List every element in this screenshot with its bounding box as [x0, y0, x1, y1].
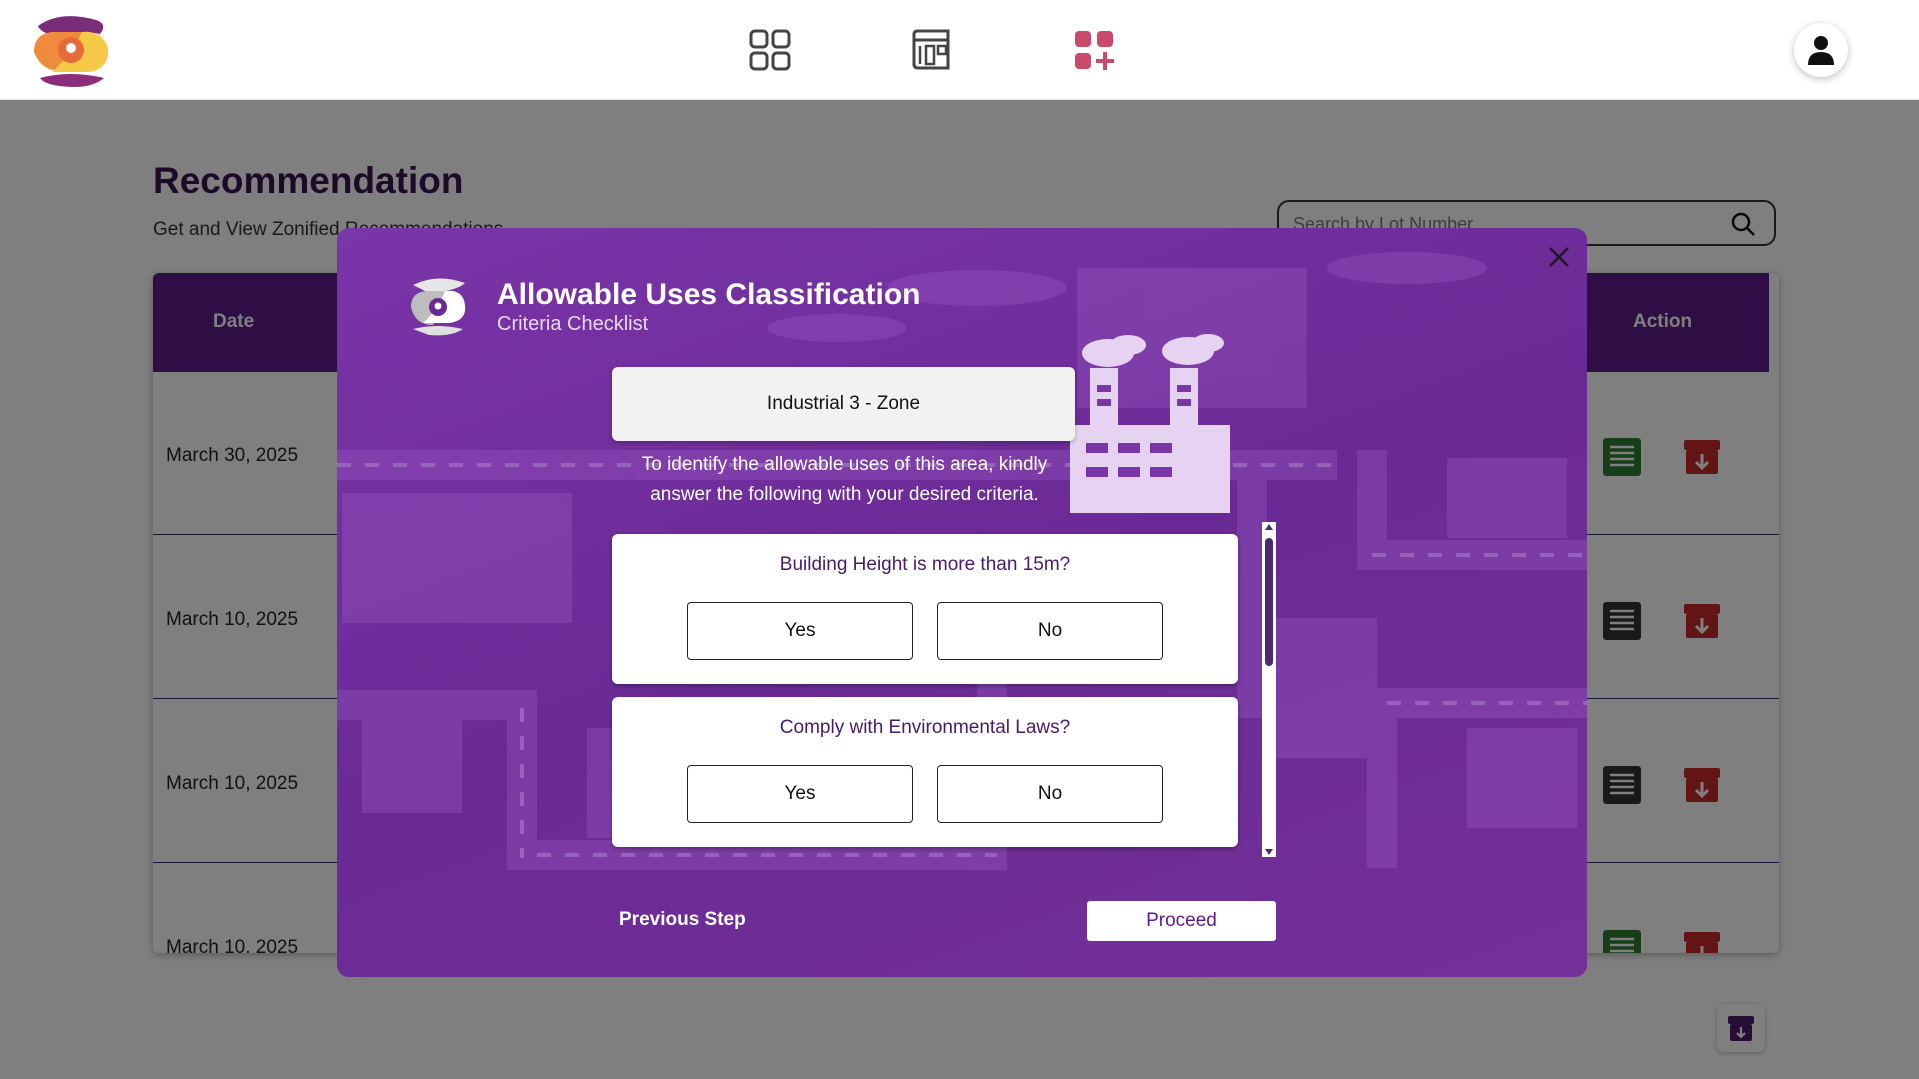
factory-icon	[1070, 334, 1230, 513]
no-button[interactable]: No	[937, 602, 1163, 660]
no-button[interactable]: No	[937, 765, 1163, 823]
question-text: Building Height is more than 15m?	[779, 554, 1071, 575]
instructions-text: To identify the allowable uses of this a…	[641, 454, 1048, 505]
allowable-uses-modal: Allowable Uses Classification Criteria C…	[337, 228, 1587, 977]
question-card: Building Height is more than 15m? Yes No	[612, 534, 1238, 684]
header-layer	[0, 0, 1919, 100]
proceed-button[interactable]: Proceed	[1087, 901, 1276, 941]
scroll-thumb[interactable]	[1265, 538, 1273, 666]
modal-subtitle: Criteria Checklist	[497, 313, 649, 335]
question-text: Comply with Environmental Laws?	[779, 717, 1071, 738]
yes-button[interactable]: Yes	[687, 602, 913, 660]
zone-label: Industrial 3 - Zone	[612, 367, 1075, 441]
previous-step-button[interactable]: Previous Step	[619, 909, 746, 931]
modal-title: Allowable Uses Classification	[497, 278, 921, 311]
yes-button[interactable]: Yes	[687, 765, 913, 823]
modal-logo-icon	[411, 278, 466, 336]
close-icon[interactable]	[1544, 242, 1574, 272]
question-card: Comply with Environmental Laws? Yes No	[612, 697, 1238, 847]
scroll-down-arrow-icon[interactable]	[1265, 849, 1273, 855]
questions-scrollbar[interactable]	[1262, 522, 1276, 857]
scroll-up-arrow-icon[interactable]	[1265, 524, 1273, 530]
